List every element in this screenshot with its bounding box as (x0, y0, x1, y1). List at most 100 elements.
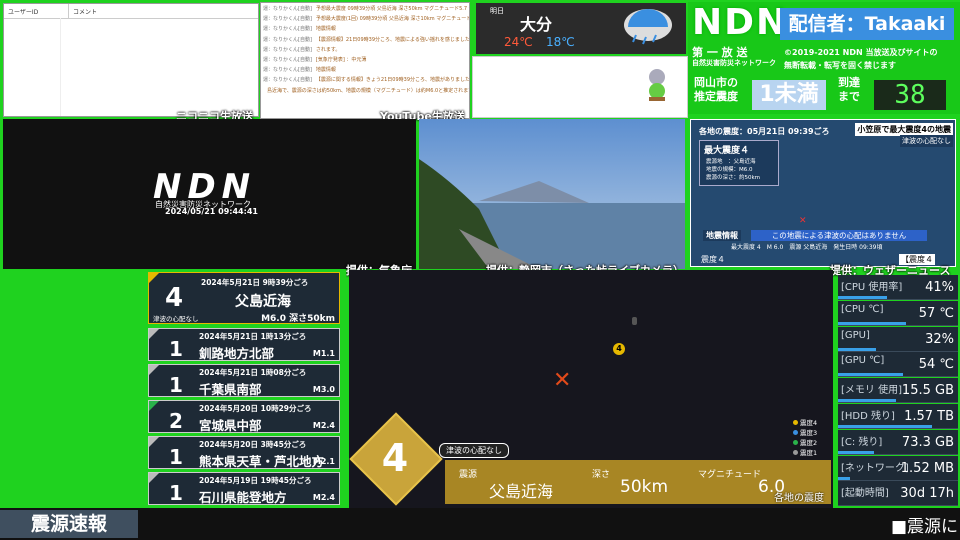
tv-header: 各地の震度：05月21日 09:39ごろ (699, 127, 830, 136)
comment-text: 地震情報 (315, 67, 336, 74)
rain-icon (624, 9, 672, 45)
comment-row: 運：なりかくん[自動] 予想最大震度(1回) 09時39分頃 父島近海 深さ10k… (261, 14, 469, 24)
stat-label: [CPU 使用率] (841, 282, 903, 293)
stat-label: [起動時間] (841, 488, 889, 500)
comment-text: 【震源情報】21日09時39分ころ、地震による強い揺れを感じました。今後の情報に… (315, 36, 469, 43)
ndn-header: NDN 配信者：Takaaki 第 一 放 送 自然災害防災ネットワーク ©20… (688, 2, 960, 114)
legend-item: 震度3 (793, 428, 817, 438)
eq-history-item[interactable]: 1 2024年5月19日 19時45分ごろ 石川県能登地方 M2.4 (148, 472, 340, 505)
comment-list: 運：なりかくん[自動] 予想最大震度 09時39分頃 父島近海 深さ50km マグ… (261, 3, 469, 96)
stat-value: 30d 17h (900, 486, 954, 502)
eq-location: 千葉県南部 (199, 382, 262, 397)
footer-ticker: ■震源に (890, 517, 958, 537)
map-label-depth: 深さ (592, 470, 611, 480)
tv-src: 震源地 ：父島近海 (706, 159, 756, 165)
tv-epicenter-marker: ✕ (799, 216, 807, 226)
stat-row: [ネットワーク] 1.52 MB (838, 455, 958, 481)
eq-main-intensity: 4 (165, 283, 184, 313)
tv-depth: 震源の深さ：約50km (706, 175, 761, 181)
eq-main-card: 4 2024年5月21日 9時39分ごろ 父島近海 津波の心配なし M6.0 深… (148, 272, 340, 324)
weather-panel: 明日 大分 24℃ 18℃ (476, 3, 686, 54)
stat-value: 15.5 GB (901, 383, 954, 399)
copyright-line-2: 無断転載・転写を固く禁じます (784, 61, 896, 70)
legend-item: 震度2 (793, 438, 817, 448)
stat-bar (838, 476, 850, 480)
comment-user: 運：なりかくん[自動] (263, 67, 312, 74)
stat-bar (838, 399, 896, 403)
stat-row: [メモリ 使用] 15.5 GB (838, 378, 958, 404)
tv-panel: 各地の震度：05月21日 09:39ごろ 小笠原で最大震度4の地震 津波の心配な… (690, 119, 956, 267)
eq-location: 熊本県天草・芦北地方 (199, 454, 325, 469)
comment-header: ユーザーID コメント (4, 4, 258, 19)
map-intensity-marker: 4 (613, 343, 625, 355)
stat-row: [起動時間] 30d 17h (838, 481, 958, 507)
eq-intensity: 2 (169, 409, 183, 433)
comment-text: 島近海で、震源の深さは約50km、地震の規模（マグニチュード）は約M6.0と推定… (267, 87, 469, 94)
eq-history-item[interactable]: 1 2024年5月21日 1時13分ごろ 釧路地方北部 M1.1 (148, 328, 340, 361)
weather-low: 18℃ (546, 35, 575, 49)
eq-magnitude: M2.4 (312, 493, 335, 502)
comment-row: 運：なりかくん[自動] 予想最大震度 09時39分頃 父島近海 深さ50km マグ… (261, 4, 469, 14)
comment-row: 運：なりかくん[自動] されます。 (261, 45, 469, 55)
comment-user: 運：なりかくん[自動] (263, 46, 312, 53)
live-camera (419, 119, 685, 269)
eq-location: 釧路地方北部 (199, 346, 275, 361)
stat-label: [ネットワーク] (841, 462, 909, 474)
stat-row: [HDD 残り] 1.57 TB (838, 404, 958, 429)
eq-location: 宮城県中部 (199, 418, 262, 433)
map-big-intensity: 4 (381, 436, 409, 480)
footer-bar: 震源速報 ■震源に (0, 508, 960, 540)
stat-bar (838, 450, 874, 454)
eq-magnitude: M3.0 (312, 385, 335, 394)
tv-max-box: 最大震度４ 震源地 ：父島近海 地震の規模：M6.0 震源の深さ：約50km (699, 140, 779, 186)
comment-user: 運：なりかくん[自動] (263, 36, 312, 43)
stat-value: 1.52 MB (900, 460, 954, 476)
ndn-screen: NDN 自然災害防災ネットワーク 2024/05/21 09:44:41 (3, 119, 416, 269)
eq-time: 2024年5月21日 1時08分ごろ (199, 368, 307, 377)
city-label-2: 推定震度 (694, 90, 738, 103)
legend-dot-icon (793, 440, 798, 445)
eq-main-mag-depth: M6.0 深さ50km (261, 314, 335, 324)
comment-text: されます。 (315, 46, 341, 53)
stat-row: [CPU ℃] 57 ℃ (838, 300, 958, 326)
weather-city: 大分 (520, 15, 553, 34)
map-label-mag: マグニチュード (698, 470, 762, 480)
legend-label: 震度3 (800, 429, 818, 437)
eq-main-time: 2024年5月21日 9時39分ごろ (201, 278, 309, 287)
eq-time: 2024年5月19日 19時45分ごろ (199, 476, 312, 485)
map-depth: 50km (620, 477, 669, 497)
stat-bar (838, 296, 888, 299)
comment-row: 島近海で、震源の深さは約50km、地震の規模（マグニチュード）は約M6.0と推定… (261, 86, 469, 96)
stat-bar (838, 347, 877, 351)
eq-main-tsunami: 津波の心配なし (153, 315, 199, 323)
stat-row: [C: 残り] 73.3 GB (838, 429, 958, 455)
estimated-intensity: 1未満 (752, 80, 826, 110)
comment-text: 予想最大震度 09時39分頃 父島近海 深さ50km マグニチュード5.7 予想… (315, 6, 469, 12)
stat-value: 1.57 TB (904, 409, 954, 424)
stat-bar (838, 373, 903, 377)
ndn-screen-datetime: 2024/05/21 09:44:41 (165, 207, 258, 216)
stat-row: [GPU] 32% (838, 326, 958, 352)
legend-label: 震度1 (800, 449, 818, 457)
comment-panel-niconico: ユーザーID コメント (3, 3, 259, 117)
eq-location: 石川県能登地方 (199, 490, 287, 505)
comment-row: 運：なりかくん[自動] 【震源情報】21日09時39分ころ、地震による強い揺れを感… (261, 35, 469, 45)
stat-bar (838, 321, 907, 325)
eq-history-item[interactable]: 1 2024年5月20日 3時45分ごろ 熊本県天草・芦北地方 M2.1 (148, 436, 340, 469)
eq-history-item[interactable]: 2 2024年5月20日 10時29分ごろ 宮城県中部 M2.4 (148, 400, 340, 433)
tv-bottom-left: 震度４ (701, 255, 725, 264)
map-src: 父島近海 (489, 482, 554, 501)
comment-row: 運：なりかくん[自動] 【震源に関する情報】きょう21日09時39分ころ、地震があ… (261, 75, 469, 85)
arrival-seconds: 38 (874, 80, 946, 110)
tv-headline-2: 津波の心配なし (900, 135, 953, 147)
eq-history-item[interactable]: 1 2024年5月21日 1時08分ごろ千葉県南部 M3.0 (148, 364, 340, 397)
stat-value: 73.3 GB (901, 434, 954, 450)
stat-row: [CPU 使用率] 41% (838, 275, 958, 300)
map-label-src: 震源 (459, 470, 478, 480)
tv-ticker: 最大震度 4 M 6.0 震源 父島近海 発生日時 09:39頃 (731, 244, 883, 251)
eq-intensity: 1 (169, 373, 183, 397)
comment-user: 運：なりかくん[自動] (263, 26, 312, 33)
eq-time: 2024年5月20日 10時29分ごろ (199, 404, 312, 413)
legend-item: 震度1 (793, 448, 817, 458)
footer-title: 震源速報 (0, 510, 138, 538)
